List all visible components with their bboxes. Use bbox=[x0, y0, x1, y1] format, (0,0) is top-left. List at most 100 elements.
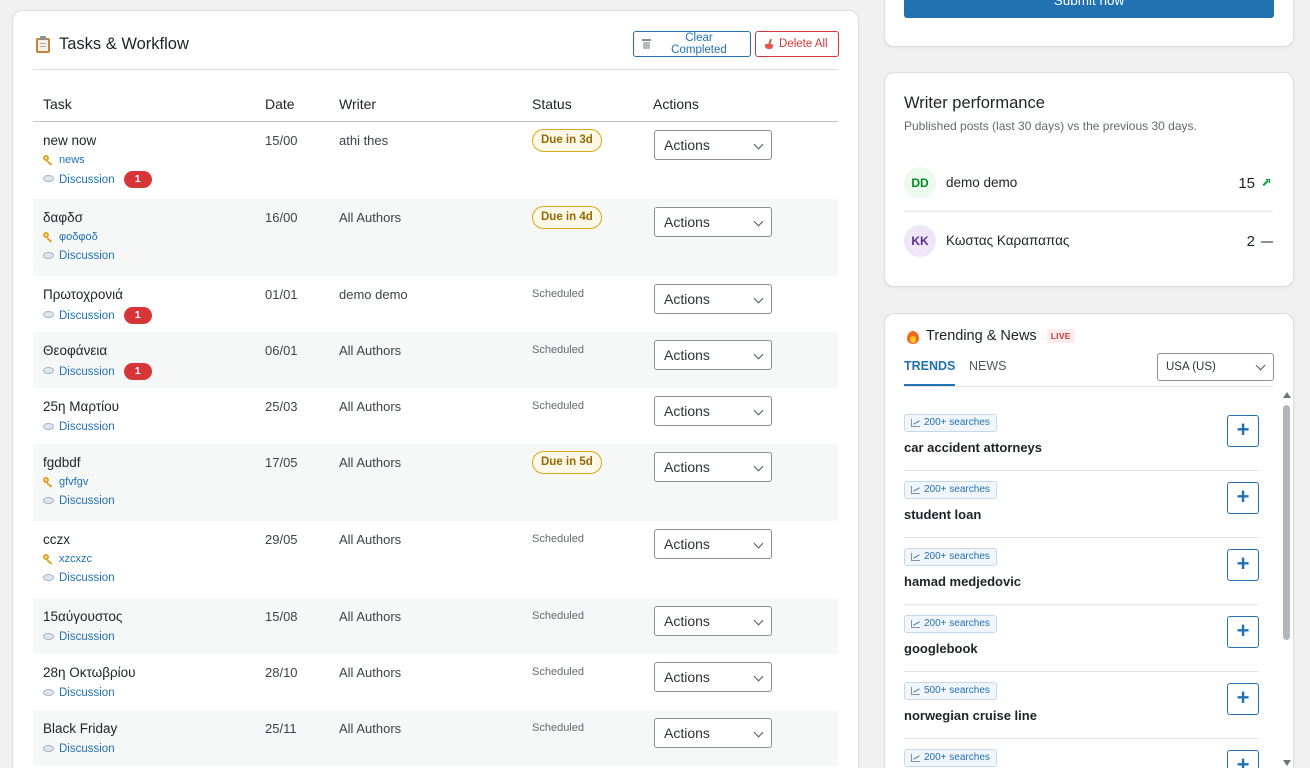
task-name[interactable]: fgdbdf bbox=[43, 454, 115, 472]
scrollbar-thumb[interactable] bbox=[1283, 405, 1290, 640]
task-name[interactable]: new now bbox=[43, 132, 152, 150]
discussion-link[interactable]: Discussion bbox=[59, 685, 115, 701]
task-status: Scheduled bbox=[532, 283, 584, 302]
fire-icon bbox=[907, 329, 919, 344]
column-header-task: Task bbox=[43, 96, 72, 112]
table-row: Θεοφάνεια Discussion 1 06/01 All Authors Sche… bbox=[33, 332, 838, 388]
performance-subtitle: Published posts (last 30 days) vs the pr… bbox=[904, 119, 1197, 133]
actions-select[interactable]: Actions bbox=[654, 718, 772, 748]
trending-news-panel: Trending & News LIVE TRENDS NEWS USA (US… bbox=[884, 313, 1294, 768]
chat-bubble-icon bbox=[43, 496, 54, 506]
actions-select[interactable]: Actions bbox=[654, 284, 772, 314]
task-discussion[interactable]: Discussion bbox=[43, 570, 115, 586]
task-date: 01/01 bbox=[265, 287, 298, 302]
task-name[interactable]: δαφδσ bbox=[43, 209, 115, 227]
discussion-link[interactable]: Discussion bbox=[59, 570, 115, 586]
trend-flat-icon bbox=[1261, 241, 1273, 243]
tab-news[interactable]: NEWS bbox=[969, 359, 1007, 386]
delete-all-button[interactable]: Delete All bbox=[755, 31, 839, 57]
avatar: DD bbox=[904, 167, 936, 199]
column-header-date: Date bbox=[265, 96, 295, 112]
trend-term: student loan bbox=[904, 507, 982, 522]
plus-icon: + bbox=[1236, 618, 1250, 643]
discussion-link[interactable]: Discussion bbox=[59, 629, 115, 645]
task-actions: Actions bbox=[654, 284, 772, 314]
country-select[interactable]: USA (US) bbox=[1157, 353, 1274, 381]
task-name[interactable]: 15αύγουστος bbox=[43, 608, 122, 626]
task-name[interactable]: Black Friday bbox=[43, 720, 117, 738]
task-writer: All Authors bbox=[339, 210, 402, 225]
task-keyword[interactable]: xzcxzc bbox=[43, 551, 115, 567]
submit-now-button[interactable]: Submit now bbox=[904, 0, 1274, 18]
discussion-link[interactable]: Discussion bbox=[59, 248, 115, 264]
tasks-workflow-panel: Tasks & Workflow Clear Completed Delete … bbox=[12, 10, 859, 768]
actions-select[interactable]: Actions bbox=[654, 529, 772, 559]
task-name[interactable]: cczx bbox=[43, 531, 115, 549]
task-name[interactable]: Πρωτοχρονιά bbox=[43, 286, 152, 304]
task-date: 25/03 bbox=[265, 399, 298, 414]
task-discussion[interactable]: Discussion bbox=[43, 493, 115, 509]
task-cell: cczx xzcxzc Discussion bbox=[43, 531, 115, 586]
task-keyword[interactable]: φοδφοδ bbox=[43, 229, 115, 245]
task-actions: Actions bbox=[654, 207, 772, 237]
task-name[interactable]: 25η Μαρτίου bbox=[43, 398, 119, 416]
add-trend-button[interactable]: + bbox=[1227, 415, 1259, 447]
add-trend-button[interactable]: + bbox=[1227, 683, 1259, 715]
task-discussion[interactable]: Discussion 1 bbox=[43, 171, 152, 188]
task-keyword[interactable]: gfvfgv bbox=[43, 474, 115, 490]
trend-term: googlebook bbox=[904, 641, 978, 656]
discussion-link[interactable]: Discussion bbox=[59, 419, 115, 435]
tab-trends[interactable]: TRENDS bbox=[904, 359, 956, 386]
search-volume-badge: 200+ searches bbox=[904, 749, 997, 767]
trend-term: car accident attorneys bbox=[904, 440, 1043, 455]
scroll-down-arrow-icon[interactable] bbox=[1283, 760, 1291, 766]
actions-select[interactable]: Actions bbox=[654, 207, 772, 237]
discussion-link[interactable]: Discussion bbox=[59, 741, 115, 757]
search-volume-label: 500+ searches bbox=[924, 685, 990, 696]
discussion-link[interactable]: Discussion bbox=[59, 308, 115, 324]
task-discussion[interactable]: Discussion bbox=[43, 741, 117, 757]
task-status: Scheduled bbox=[532, 395, 584, 414]
trend-list-scrollbar[interactable] bbox=[1281, 388, 1293, 768]
table-row: 25η Μαρτίου Discussion 25/03 All Authors Sch… bbox=[33, 388, 838, 444]
writer-performance-panel: Writer performance Published posts (last… bbox=[884, 72, 1294, 287]
task-discussion[interactable]: Discussion bbox=[43, 419, 119, 435]
task-discussion[interactable]: Discussion bbox=[43, 685, 136, 701]
table-row: new now news Discussion 1 15/00 athi thes Due … bbox=[33, 122, 838, 199]
actions-select[interactable]: Actions bbox=[654, 452, 772, 482]
actions-select[interactable]: Actions bbox=[654, 130, 772, 160]
task-status: Scheduled bbox=[532, 605, 584, 624]
chat-bubble-icon bbox=[43, 688, 54, 698]
submit-panel: Submit now bbox=[884, 0, 1294, 47]
task-discussion[interactable]: Discussion bbox=[43, 248, 115, 264]
add-trend-button[interactable]: + bbox=[1227, 482, 1259, 514]
task-writer: athi thes bbox=[339, 133, 389, 148]
status-text: Scheduled bbox=[532, 722, 584, 734]
clear-completed-button[interactable]: Clear Completed bbox=[633, 31, 751, 57]
discussion-link[interactable]: Discussion bbox=[59, 172, 115, 188]
add-trend-button[interactable]: + bbox=[1227, 549, 1259, 581]
discussion-link[interactable]: Discussion bbox=[59, 364, 115, 380]
trash-icon bbox=[642, 39, 651, 49]
task-name[interactable]: 28η Οκτωβρίου bbox=[43, 664, 136, 682]
task-name[interactable]: Θεοφάνεια bbox=[43, 342, 152, 360]
add-trend-button[interactable]: + bbox=[1227, 616, 1259, 648]
task-cell: Πρωτοχρονιά Discussion 1 bbox=[43, 286, 152, 324]
task-discussion[interactable]: Discussion 1 bbox=[43, 307, 152, 324]
actions-select[interactable]: Actions bbox=[654, 340, 772, 370]
discussion-link[interactable]: Discussion bbox=[59, 493, 115, 509]
writer-post-count: 15 bbox=[1238, 175, 1255, 192]
scroll-up-arrow-icon[interactable] bbox=[1283, 392, 1291, 398]
task-writer: All Authors bbox=[339, 721, 402, 736]
column-header-actions: Actions bbox=[653, 96, 699, 112]
chevron-down-icon bbox=[753, 349, 764, 360]
task-keyword[interactable]: news bbox=[43, 152, 152, 168]
task-discussion[interactable]: Discussion bbox=[43, 629, 122, 645]
add-trend-button[interactable]: + bbox=[1227, 750, 1259, 768]
task-discussion[interactable]: Discussion 1 bbox=[43, 363, 152, 380]
actions-select[interactable]: Actions bbox=[654, 662, 772, 692]
actions-select[interactable]: Actions bbox=[654, 396, 772, 426]
task-keyword-label: news bbox=[59, 154, 85, 166]
actions-select[interactable]: Actions bbox=[654, 606, 772, 636]
plus-icon: + bbox=[1236, 417, 1250, 442]
